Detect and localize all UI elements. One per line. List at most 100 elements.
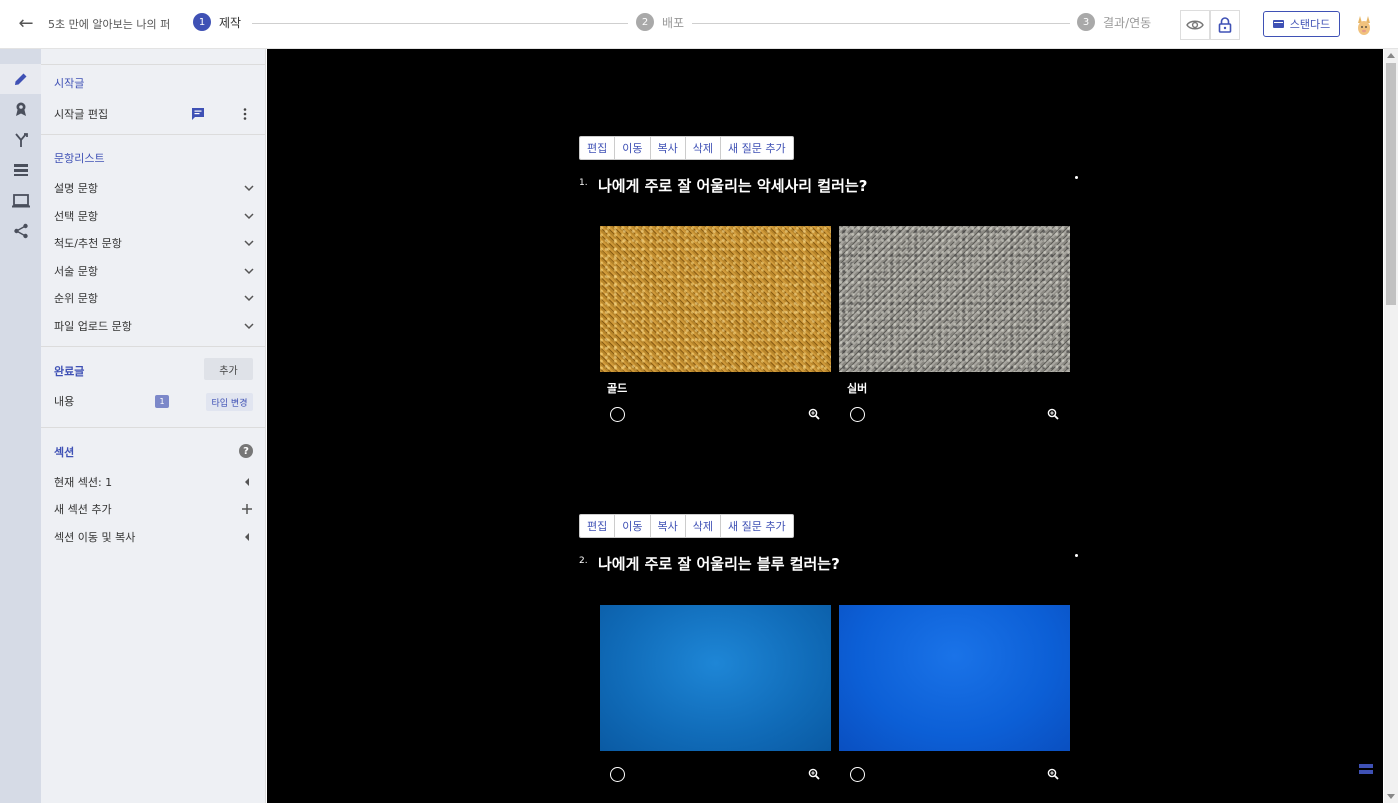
edit-button[interactable]: 편집 [580,515,616,537]
question-type-item[interactable]: 선택 문항 [54,209,254,223]
chevron-down-icon [244,268,254,275]
move-copy-section-label: 섹션 이동 및 복사 [54,531,136,544]
plus-icon [242,504,252,514]
chevron-down-icon [244,295,254,302]
plan-standard-button[interactable]: 스탠다드 [1263,11,1340,37]
question-toolbar: 편집 이동 복사 삭제 새 질문 추가 [579,514,794,538]
option-radio[interactable] [610,767,625,782]
step-label: 결과/연동 [1103,15,1152,30]
option-image-silver[interactable] [839,226,1070,372]
question-type-item[interactable]: 순위 문항 [54,291,254,305]
zoom-in-icon[interactable] [1047,768,1059,780]
menu-float-icon[interactable] [1359,764,1373,775]
add-section-label: 새 섹션 추가 [54,503,112,516]
delete-button[interactable]: 삭제 [686,137,721,159]
top-bar: ← 5초 만에 알아보는 나의 퍼 1 제작 2 배포 3 결과/연동 스탠다드 [0,0,1398,49]
option-radio[interactable] [850,407,865,422]
question-title[interactable]: 나에게 주로 잘 어울리는 악세사리 컬러는? [598,175,867,196]
move-button[interactable]: 이동 [615,137,651,159]
rail-branch[interactable] [0,125,41,155]
completion-content-label: 내용 [54,395,75,408]
move-copy-section-row[interactable]: 섹션 이동 및 복사 [54,530,254,544]
zoom-in-icon[interactable] [808,408,820,420]
step-create[interactable]: 1 제작 [193,13,241,31]
question-type-label: 설명 문항 [54,182,98,195]
rail-badge[interactable] [0,94,41,124]
question-type-label: 파일 업로드 문항 [54,320,132,333]
lock-button[interactable] [1210,10,1240,40]
help-icon[interactable]: ? [239,444,253,458]
scrollbar-thumb[interactable] [1386,63,1396,305]
add-question-button[interactable]: 새 질문 추가 [721,137,793,159]
option-image-blue-1[interactable] [600,605,831,751]
divider [41,346,266,347]
avatar[interactable] [1354,14,1374,36]
current-section-row[interactable]: 현재 섹션: 1 [54,475,254,489]
caret-left-icon [245,478,249,486]
intro-edit-row[interactable]: 시작글 편집 [54,106,254,122]
rail-edit[interactable] [0,64,41,94]
caret-left-icon [245,533,249,541]
more-vert-icon[interactable] [243,108,247,120]
move-button[interactable]: 이동 [615,515,651,537]
step-number: 3 [1077,13,1095,31]
completion-content-row[interactable]: 내용 [54,394,144,408]
option-label: 실버 [847,382,868,395]
question-toolbar: 편집 이동 복사 삭제 새 질문 추가 [579,136,794,160]
rail-list[interactable] [0,155,41,185]
rail-share[interactable] [0,216,41,246]
comment-icon[interactable] [191,107,205,121]
plan-label: 스탠다드 [1289,18,1331,31]
question-type-label: 선택 문항 [54,210,98,223]
question-type-label: 서술 문항 [54,265,98,278]
count-badge: 1 [155,395,169,408]
scroll-up-icon[interactable] [1387,53,1395,58]
question-type-label: 척도/추천 문항 [54,237,122,250]
edit-button[interactable]: 편집 [580,137,616,159]
vertical-scrollbar[interactable] [1384,49,1398,803]
step-distribute[interactable]: 2 배포 [636,13,684,31]
completion-add-button[interactable]: 추가 [204,358,253,380]
delete-button[interactable]: 삭제 [686,515,721,537]
add-question-button[interactable]: 새 질문 추가 [721,515,793,537]
required-dot [1075,554,1078,557]
card-icon [1272,20,1284,28]
list-icon [13,164,28,176]
option-radio[interactable] [850,767,865,782]
rail-monitor[interactable] [0,186,41,216]
option-image-gold[interactable] [600,226,831,372]
add-section-row[interactable]: 새 섹션 추가 [54,502,254,516]
current-section-label: 현재 섹션: 1 [54,476,113,489]
branch-icon [14,133,28,147]
copy-button[interactable]: 복사 [651,515,686,537]
survey-canvas: 편집 이동 복사 삭제 새 질문 추가 1. 나에게 주로 잘 어울리는 악세사… [267,49,1383,803]
question-type-item[interactable]: 서술 문항 [54,264,254,278]
question-title[interactable]: 나에게 주로 잘 어울리는 블루 컬러는? [598,553,840,574]
back-arrow-icon[interactable]: ← [14,13,38,35]
required-dot [1075,176,1078,179]
scroll-down-icon[interactable] [1387,794,1395,799]
option-radio[interactable] [610,407,625,422]
intro-section-title: 시작글 [54,77,85,90]
copy-button[interactable]: 복사 [651,137,686,159]
type-change-button[interactable]: 타입 변경 [206,393,253,411]
step-number: 1 [193,13,211,31]
option-label: 골드 [607,382,628,395]
option-image-blue-2[interactable] [839,605,1070,751]
monitor-icon [11,194,30,208]
intro-edit-label: 시작글 편집 [54,108,109,121]
step-number: 2 [636,13,654,31]
question-type-label: 순위 문항 [54,292,98,305]
question-type-item[interactable]: 파일 업로드 문항 [54,319,254,333]
step-results[interactable]: 3 결과/연동 [1077,13,1151,31]
step-connector [692,23,1070,24]
zoom-in-icon[interactable] [1047,408,1059,420]
zoom-in-icon[interactable] [808,768,820,780]
badge-icon [15,102,26,116]
question-type-item[interactable]: 척도/추천 문항 [54,236,254,250]
question-type-item[interactable]: 설명 문항 [54,181,254,195]
question-number: 1. [579,178,588,188]
preview-button[interactable] [1180,10,1210,40]
chevron-down-icon [244,323,254,330]
question-number: 2. [579,556,588,566]
